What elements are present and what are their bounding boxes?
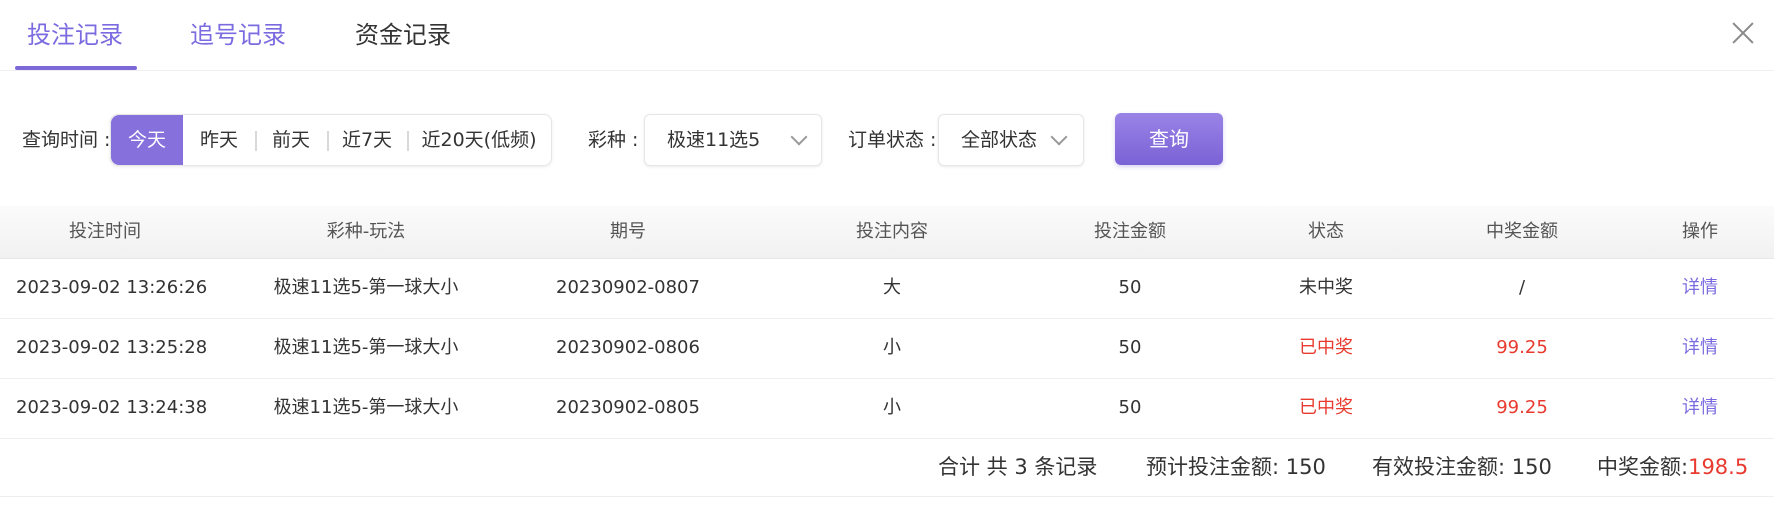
tab-bar: 投注记录 追号记录 资金记录	[0, 0, 1774, 71]
time-option-7-days[interactable]: 近7天	[327, 115, 407, 165]
summary-expected-value: 150	[1285, 455, 1326, 479]
detail-link[interactable]: 详情	[1660, 378, 1740, 438]
cell-status: 已中奖	[1299, 337, 1353, 358]
table-header: 投注时间 彩种-玩法 期号 投注内容 投注金额 状态 中奖金额 操作	[0, 206, 1774, 259]
summary-expected-amount: 预计投注金额: 150	[1146, 438, 1326, 496]
cell-game: 极速11选5-第一球大小	[273, 277, 459, 298]
cell-content: 大	[883, 277, 901, 298]
status-select-value: 全部状态	[961, 129, 1038, 151]
active-tab-indicator	[15, 66, 137, 70]
time-option-day-before[interactable]: 前天	[255, 115, 327, 165]
cell-issue: 20230902-0806	[556, 337, 700, 358]
cell-prize: /	[1518, 277, 1526, 298]
tab-bet-records[interactable]: 投注记录	[27, 17, 123, 53]
lottery-select[interactable]: 极速11选5	[644, 114, 822, 166]
chevron-down-icon	[1050, 128, 1068, 146]
time-range-selector: 今天 昨天 前天 近7天 近20天(低频)	[110, 114, 552, 166]
table-row: 2023-09-02 13:26:26 极速11选5-第一球大小 2023090…	[0, 258, 1774, 319]
cell-time: 2023-09-02 13:25:28	[16, 337, 208, 358]
column-header-action: 操作	[1682, 221, 1718, 242]
query-button[interactable]: 查询	[1115, 113, 1223, 165]
time-option-today[interactable]: 今天	[111, 115, 183, 165]
cell-content: 小	[883, 337, 901, 358]
summary-valid-label: 有效投注金额:	[1372, 455, 1506, 479]
close-icon[interactable]	[1726, 16, 1760, 50]
filter-bar: 查询时间 : 今天 昨天 前天 近7天 近20天(低频) 彩种 : 极速11选5…	[0, 112, 1774, 168]
cell-issue: 20230902-0807	[556, 277, 700, 298]
cell-amount: 50	[1118, 397, 1142, 418]
summary-valid-value: 150	[1511, 455, 1552, 479]
time-option-yesterday[interactable]: 昨天	[183, 115, 255, 165]
chevron-down-icon	[790, 128, 808, 146]
lottery-select-value: 极速11选5	[667, 129, 761, 151]
column-header-game: 彩种-玩法	[326, 221, 406, 242]
column-header-amount: 投注金额	[1094, 221, 1166, 242]
cell-amount: 50	[1118, 337, 1142, 358]
column-header-time: 投注时间	[69, 221, 141, 242]
cell-issue: 20230902-0805	[556, 397, 700, 418]
summary-bar: 合计 共 3 条记录 预计投注金额: 150 有效投注金额: 150 中奖金额:…	[0, 438, 1774, 497]
summary-expected-label: 预计投注金额:	[1146, 455, 1280, 479]
detail-link[interactable]: 详情	[1660, 258, 1740, 318]
tab-chase-records[interactable]: 追号记录	[190, 17, 286, 53]
summary-valid-amount: 有效投注金额: 150	[1372, 438, 1552, 496]
tab-fund-records[interactable]: 资金记录	[355, 17, 451, 53]
cell-game: 极速11选5-第一球大小	[273, 397, 459, 418]
summary-prize-label: 中奖金额:	[1597, 455, 1689, 479]
table-row: 2023-09-02 13:25:28 极速11选5-第一球大小 2023090…	[0, 318, 1774, 379]
table-row: 2023-09-02 13:24:38 极速11选5-第一球大小 2023090…	[0, 378, 1774, 439]
column-header-status: 状态	[1308, 221, 1344, 242]
cell-game: 极速11选5-第一球大小	[273, 337, 459, 358]
time-option-20-days[interactable]: 近20天(低频)	[407, 115, 551, 165]
cell-amount: 50	[1118, 277, 1142, 298]
cell-time: 2023-09-02 13:26:26	[16, 277, 208, 298]
cell-status: 未中奖	[1299, 277, 1353, 298]
status-select[interactable]: 全部状态	[938, 114, 1084, 166]
time-filter-label: 查询时间 :	[22, 129, 111, 151]
cell-prize: 99.25	[1496, 397, 1548, 418]
summary-prize-amount: 中奖金额:198.5	[1597, 438, 1748, 496]
column-header-prize: 中奖金额	[1486, 221, 1558, 242]
cell-content: 小	[883, 397, 901, 418]
summary-prize-value: 198.5	[1688, 455, 1749, 479]
column-header-issue: 期号	[610, 221, 646, 242]
cell-prize: 99.25	[1496, 337, 1548, 358]
detail-link[interactable]: 详情	[1660, 318, 1740, 378]
summary-total-records: 合计 共 3 条记录	[938, 455, 1098, 479]
cell-time: 2023-09-02 13:24:38	[16, 397, 208, 418]
column-header-content: 投注内容	[856, 221, 928, 242]
status-filter-label: 订单状态 :	[848, 129, 937, 151]
lottery-filter-label: 彩种 :	[588, 129, 639, 151]
cell-status: 已中奖	[1299, 397, 1353, 418]
